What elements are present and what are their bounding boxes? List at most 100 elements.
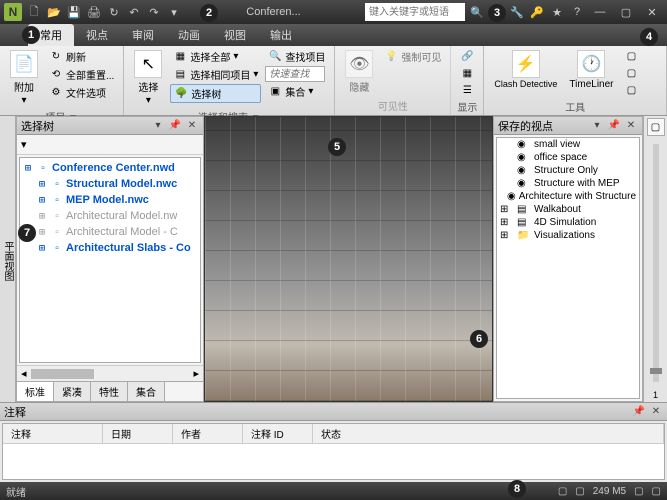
tree-tab-properties[interactable]: 特性 xyxy=(91,382,128,401)
star-icon[interactable]: ★ xyxy=(549,4,565,20)
3d-viewport[interactable] xyxy=(204,116,493,402)
tree-item[interactable]: ⊞▫Architectural Model.nw xyxy=(22,208,198,224)
col-status[interactable]: 状态 xyxy=(313,424,664,443)
select-same-button[interactable]: ▤选择相同项目 ▾ xyxy=(170,66,261,83)
app-logo[interactable]: N xyxy=(4,3,22,21)
tree-item[interactable]: ⊞▫Conference Center.nwd xyxy=(22,160,198,176)
tree-tab-compact[interactable]: 紧凑 xyxy=(54,382,91,401)
maximize-button[interactable]: ▢ xyxy=(615,4,637,20)
col-id[interactable]: 注释 ID xyxy=(243,424,313,443)
status-icon-4[interactable]: ▢ xyxy=(652,486,661,497)
file-icon: ▫ xyxy=(50,241,64,255)
saved-viewpoints-body[interactable]: ◉small view◉office space◉Structure Only◉… xyxy=(496,137,640,399)
expand-icon[interactable]: ⊞ xyxy=(36,195,48,206)
wrench-icon[interactable]: 🔧 xyxy=(509,4,525,20)
qat-open-icon[interactable]: 📂 xyxy=(46,4,62,20)
expand-icon[interactable]: ⊞ xyxy=(36,211,48,222)
select-button[interactable]: ↖ 选择 ▾ xyxy=(130,48,166,108)
expand-icon[interactable]: ⊞ xyxy=(36,179,48,190)
minimize-button[interactable]: — xyxy=(589,4,611,20)
selection-tree-body[interactable]: ⊞▫Conference Center.nwd⊞▫Structural Mode… xyxy=(19,157,201,363)
vertical-slider[interactable] xyxy=(653,144,659,382)
panel-pin-icon[interactable]: 📌 xyxy=(168,119,182,133)
refresh-button[interactable]: ↻刷新 xyxy=(46,48,117,65)
help-icon[interactable]: ? xyxy=(569,4,585,20)
ribbon-tab-viewpoint[interactable]: 视点 xyxy=(74,24,120,46)
clash-detective-button[interactable]: ⚡ Clash Detective xyxy=(490,48,561,91)
expand-icon[interactable]: ⊞ xyxy=(36,243,48,254)
expand-icon[interactable]: ⊞ xyxy=(36,227,48,238)
file-options-button[interactable]: ⚙文件选项 xyxy=(46,84,117,101)
tree-tab-standard[interactable]: 标准 xyxy=(17,382,54,401)
ribbon-tab-home[interactable]: 常用 xyxy=(28,24,74,46)
expand-icon[interactable]: ⊞ xyxy=(500,230,514,241)
sets-button[interactable]: ▣集合 ▾ xyxy=(265,83,328,100)
ribbon-tab-output[interactable]: 输出 xyxy=(258,24,304,46)
ribbon-tab-animation[interactable]: 动画 xyxy=(166,24,212,46)
qat-undo-icon[interactable]: ↶ xyxy=(126,4,142,20)
qat-refresh-icon[interactable]: ↻ xyxy=(106,4,122,20)
tool-btn-2[interactable]: ▢ xyxy=(622,65,642,81)
select-same-icon: ▤ xyxy=(173,68,187,82)
status-icon-1[interactable]: ▢ xyxy=(558,486,567,497)
expand-icon[interactable]: ⊞ xyxy=(22,163,34,174)
tree-item[interactable]: ⊞▫Structural Model.nwc xyxy=(22,176,198,192)
display-btn-2[interactable]: ▦ xyxy=(457,65,477,81)
search-icon[interactable]: 🔍 xyxy=(469,4,485,20)
tree-item[interactable]: ⊞▫Architectural Model - C xyxy=(22,224,198,240)
close-button[interactable]: ✕ xyxy=(641,4,663,20)
status-icon-2[interactable]: ▢ xyxy=(575,486,584,497)
keyword-search-input[interactable] xyxy=(365,3,465,21)
panel-options-icon[interactable]: ▾ xyxy=(590,119,604,133)
tree-h-scrollbar[interactable]: ◂▸ xyxy=(17,365,203,381)
display-btn-3[interactable]: ☰ xyxy=(457,82,477,98)
append-button[interactable]: 📄 附加 ▾ xyxy=(6,48,42,108)
qat-save-icon[interactable]: 💾 xyxy=(66,4,82,20)
qat-new-icon[interactable]: 🗋 xyxy=(26,4,42,20)
qat-redo-icon[interactable]: ↷ xyxy=(146,4,162,20)
panel-close-icon[interactable]: ✕ xyxy=(649,405,663,419)
tool-btn-3[interactable]: ▢ xyxy=(622,82,642,98)
display-btn-1[interactable]: 🔗 xyxy=(457,48,477,64)
ribbon-tab-review[interactable]: 审阅 xyxy=(120,24,166,46)
select-all-button[interactable]: ▦选择全部 ▾ xyxy=(170,48,261,65)
tree-tab-sets[interactable]: 集合 xyxy=(128,382,165,401)
saved-view-item[interactable]: ◉Architecture with Structure xyxy=(497,190,639,203)
timeliner-button[interactable]: 🕐 TimeLiner xyxy=(565,48,617,92)
saved-view-item[interactable]: ◉Structure with MEP xyxy=(497,177,639,190)
col-author[interactable]: 作者 xyxy=(173,424,243,443)
panel-close-icon[interactable]: ✕ xyxy=(624,119,638,133)
tree-toolbar-btn[interactable]: ▾ xyxy=(21,138,27,151)
slider-thumb[interactable] xyxy=(650,368,662,374)
tree-item[interactable]: ⊞▫MEP Model.nwc xyxy=(22,192,198,208)
qat-dropdown-icon[interactable]: ▾ xyxy=(166,4,182,20)
expand-icon[interactable]: ⊞ xyxy=(500,217,514,228)
saved-view-item[interactable]: ⊞▤Walkabout xyxy=(497,203,639,216)
key-icon[interactable]: 🔑 xyxy=(529,4,545,20)
binoculars-icon[interactable]: ⌕ xyxy=(489,4,505,20)
find-items-button[interactable]: 🔍查找项目 xyxy=(265,48,328,65)
select-tree-button[interactable]: 🌳选择树 xyxy=(170,84,261,103)
col-date[interactable]: 日期 xyxy=(103,424,173,443)
ribbon-tab-view[interactable]: 视图 xyxy=(212,24,258,46)
saved-viewpoints-title: 保存的视点 xyxy=(498,118,587,134)
saved-view-item[interactable]: ⊞📁Visualizations xyxy=(497,229,639,242)
saved-view-item[interactable]: ◉office space xyxy=(497,151,639,164)
panel-pin-icon[interactable]: 📌 xyxy=(632,405,646,419)
tool-btn-1[interactable]: ▢ xyxy=(622,48,642,64)
right-strip-button[interactable]: ▢ xyxy=(647,118,665,136)
saved-view-item[interactable]: ◉small view xyxy=(497,138,639,151)
saved-view-item[interactable]: ◉Structure Only xyxy=(497,164,639,177)
reset-all-button[interactable]: ⟲全部重置... xyxy=(46,66,117,83)
left-dock-strip[interactable]: 平面视图 xyxy=(0,116,16,402)
panel-options-icon[interactable]: ▾ xyxy=(151,119,165,133)
panel-pin-icon[interactable]: 📌 xyxy=(607,119,621,133)
qat-print-icon[interactable]: 🖨 xyxy=(86,4,102,20)
tree-item[interactable]: ⊞▫Architectural Slabs - Co xyxy=(22,240,198,256)
panel-close-icon[interactable]: ✕ xyxy=(185,119,199,133)
quick-find-input[interactable] xyxy=(265,66,325,82)
saved-view-item[interactable]: ⊞▤4D Simulation xyxy=(497,216,639,229)
expand-icon[interactable]: ⊞ xyxy=(500,204,514,215)
status-icon-3[interactable]: ▢ xyxy=(634,486,643,497)
col-comment[interactable]: 注释 xyxy=(3,424,103,443)
